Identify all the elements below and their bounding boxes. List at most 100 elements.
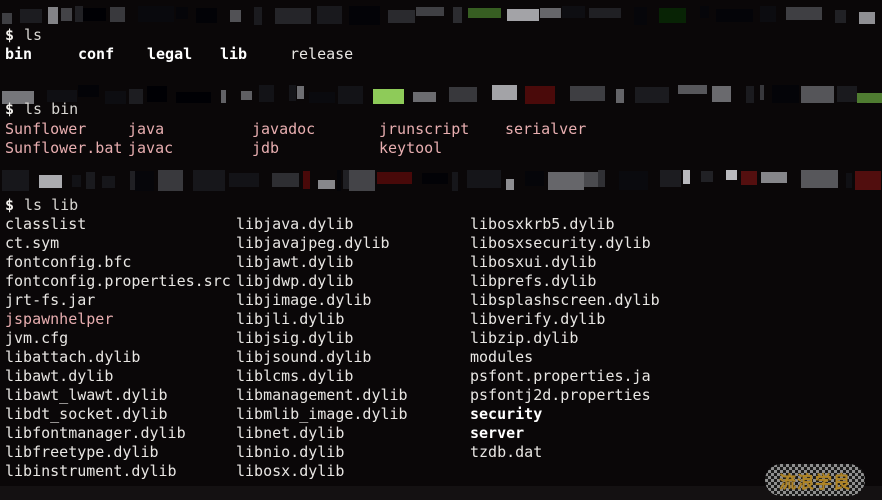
redaction-block <box>388 10 415 23</box>
redaction-block <box>20 9 42 23</box>
terminal-window[interactable]: $ ls bin conf legal lib release $ ls bin Sunflowe… <box>0 0 882 500</box>
redaction-block <box>741 171 757 185</box>
command-line: $ ls bin <box>0 100 882 119</box>
redaction-block <box>78 85 99 97</box>
redaction-block <box>452 172 458 191</box>
listing-entry-file: libawt_lwawt.dylib <box>5 386 168 404</box>
listing-entry-file: libverify.dylib <box>470 310 606 328</box>
listing-row: Sunflower java javadoc jrunscript serialver <box>0 120 882 139</box>
listing-entry-file: psfont.properties.ja <box>470 367 651 385</box>
redacted-prompt-line-1 <box>0 6 882 26</box>
listing-entry-file: libjawt.dylib <box>236 253 354 271</box>
listing-entry-exec: keytool <box>379 139 443 157</box>
redaction-block <box>110 7 125 22</box>
listing-row: jvm.cfg libjsig.dylib libzip.dylib <box>0 329 882 348</box>
redaction-block <box>61 8 72 21</box>
listing-entry-file: libdt_socket.dylib <box>5 405 168 423</box>
redaction-block <box>846 173 852 188</box>
listing-entry-file: libnet.dylib <box>236 424 345 442</box>
redaction-block <box>135 171 154 191</box>
listing-entry-file: libnio.dylib <box>236 443 345 461</box>
listing-row: bin conf legal lib release <box>0 45 882 64</box>
listing-entry-file: release <box>290 45 354 63</box>
listing-entry-file: libosxkrb5.dylib <box>470 215 615 233</box>
redaction-block <box>467 170 501 188</box>
redaction-block <box>786 7 822 20</box>
redaction-block <box>422 173 448 184</box>
listing-entry-dir: security <box>470 405 543 423</box>
listing-entry-exec: jrunscript <box>379 120 470 138</box>
redaction-block <box>659 8 686 23</box>
redaction-block <box>507 9 539 21</box>
listing-row: ct.sym libjavajpeg.dylib libosxsecurity.dy… <box>0 234 882 253</box>
command-text: ls bin <box>24 100 79 118</box>
listing-row: jrt-fs.jar libjimage.dylib libsplashscreen… <box>0 291 882 310</box>
redaction-block <box>716 9 753 22</box>
redaction-block <box>176 7 188 19</box>
listing-entry-file: libfreetype.dylib <box>5 443 159 461</box>
listing-entry-file: libzip.dylib <box>470 329 579 347</box>
listing-entry-exec: jspawnhelper <box>5 310 114 328</box>
redaction-block <box>589 8 621 18</box>
listing-row: fontconfig.bfc libjawt.dylib libosxui.dyli… <box>0 253 882 272</box>
listing-row: fontconfig.properties.src libjdwp.dylib li… <box>0 272 882 291</box>
listing-row: libawt_lwawt.dylib libmanagement.dylib psf… <box>0 386 882 405</box>
watermark-label: 流浪学良 <box>779 472 851 493</box>
listing-entry-file: jrt-fs.jar <box>5 291 96 309</box>
redaction-block <box>349 170 375 191</box>
redaction-block <box>86 172 95 189</box>
redaction-block <box>453 7 462 23</box>
listing-entry-file: ct.sym <box>5 234 60 252</box>
redaction-block <box>540 8 561 18</box>
listing-entry-file: tzdb.dat <box>470 443 543 461</box>
listing-row: libawt.dylib liblcms.dylib psfont.properti… <box>0 367 882 386</box>
listing-entry-exec: javadoc <box>252 120 316 138</box>
redaction-block <box>855 171 881 190</box>
redaction-block <box>230 10 241 22</box>
redaction-block <box>241 91 252 100</box>
redaction-block <box>760 6 776 22</box>
listing-entry-file: libinstrument.dylib <box>5 462 177 480</box>
redaction-block <box>158 170 183 191</box>
listing-row: libdt_socket.dylib libmlib_image.dylib sec… <box>0 405 882 424</box>
redaction-block <box>72 175 81 187</box>
redaction-block <box>619 171 648 190</box>
listing-entry-dir: lib <box>220 45 248 63</box>
redaction-block <box>297 86 304 99</box>
redaction-block <box>272 173 299 187</box>
listing-entry-file: libawt.dylib <box>5 367 114 385</box>
redaction-block <box>660 170 681 187</box>
command-text: ls lib <box>24 196 79 214</box>
redaction-block <box>570 86 605 101</box>
listing-entry-file: libjavajpeg.dylib <box>236 234 390 252</box>
redacted-output-line-3 <box>0 170 882 192</box>
listing-row: libfreetype.dylib libnio.dylib tzdb.dat <box>0 443 882 462</box>
terminal-bottom-bar <box>0 486 882 500</box>
listing-row: libinstrument.dylib libosx.dylib <box>0 462 882 481</box>
listing-entry-file: libosxui.dylib <box>470 253 597 271</box>
redaction-block <box>229 173 259 187</box>
listing-entry-file: libmanagement.dylib <box>236 386 408 404</box>
listing-entry-exec: Sunflower <box>5 120 87 138</box>
redaction-block <box>801 170 838 188</box>
redaction-block <box>678 85 707 94</box>
redaction-block <box>701 171 713 182</box>
listing-entry-file: libosxsecurity.dylib <box>470 234 651 252</box>
listing-entry-file: libosx.dylib <box>236 462 345 480</box>
redaction-block <box>48 7 58 24</box>
redaction-block <box>562 6 585 18</box>
redaction-block <box>275 8 311 24</box>
redaction-block <box>193 170 225 191</box>
redaction-block <box>75 6 83 22</box>
redaction-block <box>83 8 106 21</box>
redaction-block <box>2 170 29 191</box>
redaction-block <box>584 172 598 187</box>
redaction-block <box>700 6 709 18</box>
command-line: $ ls lib <box>0 196 882 215</box>
redaction-block <box>2 13 12 24</box>
listing-entry-exec: jdb <box>252 139 280 157</box>
redaction-block <box>760 85 764 100</box>
listing-entry-file: libjdwp.dylib <box>236 272 354 290</box>
listing-entry-file: libattach.dylib <box>5 348 141 366</box>
redaction-block <box>761 172 787 183</box>
